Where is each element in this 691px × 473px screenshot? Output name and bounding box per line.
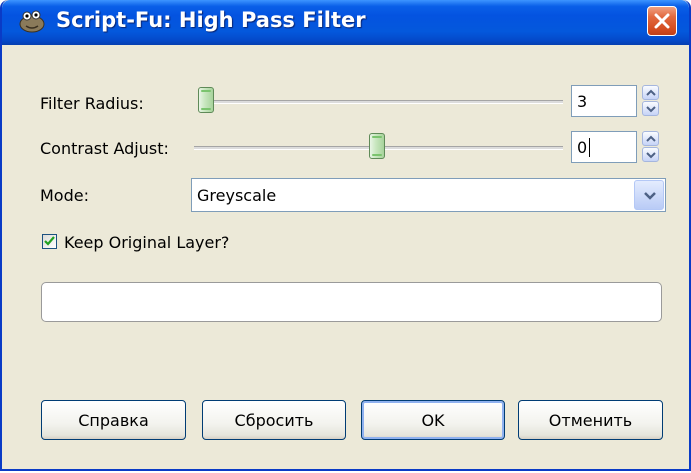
filter-radius-spin-arrows[interactable]	[642, 85, 659, 117]
checkmark-icon	[44, 236, 55, 246]
chevron-down-icon	[646, 106, 656, 113]
chevron-up-icon	[646, 89, 656, 96]
mode-selected-value: Greyscale	[197, 186, 277, 205]
close-button[interactable]	[647, 6, 677, 36]
ok-button-label: OK	[421, 411, 445, 430]
contrast-adjust-up-button[interactable]	[642, 131, 659, 146]
keep-original-checkbox[interactable]	[42, 234, 57, 249]
mode-dropdown[interactable]: Greyscale	[191, 178, 666, 212]
filter-radius-label: Filter Radius:	[40, 94, 144, 113]
chevron-down-icon	[644, 192, 656, 200]
progress-bar	[41, 282, 662, 322]
contrast-adjust-spinbox[interactable]: 0	[571, 131, 637, 163]
chevron-up-icon	[646, 135, 656, 142]
mode-label: Mode:	[40, 186, 89, 205]
keep-original-label[interactable]: Keep Original Layer?	[64, 233, 229, 252]
text-cursor	[589, 138, 590, 157]
contrast-adjust-slider-thumb[interactable]	[369, 133, 385, 159]
help-button-label: Справка	[78, 411, 149, 430]
contrast-adjust-down-button[interactable]	[642, 147, 659, 162]
ok-button[interactable]: OK	[361, 400, 505, 440]
dialog-window: Script-Fu: High Pass Filter Filter Radiu…	[0, 0, 691, 471]
filter-radius-slider-track[interactable]	[198, 100, 563, 104]
filter-radius-slider-thumb[interactable]	[198, 87, 214, 113]
reset-button-label: Сбросить	[234, 411, 314, 430]
filter-radius-down-button[interactable]	[642, 101, 659, 116]
contrast-adjust-value[interactable]: 0	[577, 138, 587, 157]
cancel-button[interactable]: Отменить	[518, 400, 663, 440]
mode-dropdown-button[interactable]	[634, 180, 664, 210]
window-title: Script-Fu: High Pass Filter	[56, 8, 366, 32]
chevron-down-icon	[646, 152, 656, 159]
filter-radius-up-button[interactable]	[642, 85, 659, 100]
cancel-button-label: Отменить	[548, 411, 633, 430]
title-bar[interactable]: Script-Fu: High Pass Filter	[2, 0, 689, 45]
contrast-adjust-label: Contrast Adjust:	[40, 139, 169, 158]
filter-radius-spinbox[interactable]: 3	[571, 85, 637, 117]
gimp-wilber-icon	[19, 10, 45, 33]
help-button[interactable]: Справка	[41, 400, 186, 440]
reset-button[interactable]: Сбросить	[202, 400, 346, 440]
filter-radius-value[interactable]: 3	[577, 92, 587, 111]
contrast-adjust-spin-arrows[interactable]	[642, 131, 659, 163]
close-icon	[654, 13, 670, 29]
